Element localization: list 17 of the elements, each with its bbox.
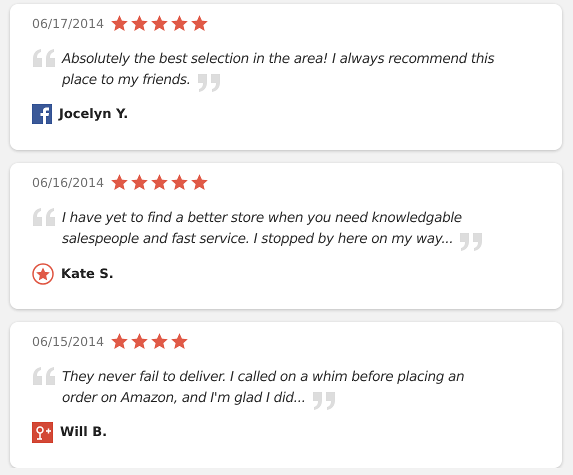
quote-icon — [459, 233, 484, 251]
review-date: 06/15/2014 — [32, 334, 104, 349]
quote-icon — [32, 367, 56, 385]
star-badge-icon — [32, 263, 54, 285]
reviewer-name: Will B. — [60, 425, 108, 440]
review-date: 06/17/2014 — [32, 16, 104, 31]
quote-icon — [32, 49, 56, 67]
review-text: They never fail to deliver. I called on a whim before placing an order on Amazon, and I'm glad I did... — [62, 367, 502, 410]
quote-icon — [312, 392, 336, 410]
quote-icon — [196, 74, 221, 92]
reviewer-name: Kate S. — [61, 266, 114, 282]
review-text: Absolutely the best selection in the area! I always recommend this place to my friends. — [62, 49, 502, 92]
reviewer-name: Jocelyn Y. — [59, 106, 128, 122]
review-text: I have yet to find a better store when you need knowledgable salespeople and fast service. I stopped by here on my way... — [62, 208, 502, 251]
facebook-icon — [32, 104, 52, 124]
quote-icon — [32, 208, 56, 226]
review-date: 06/16/2014 — [32, 175, 104, 190]
